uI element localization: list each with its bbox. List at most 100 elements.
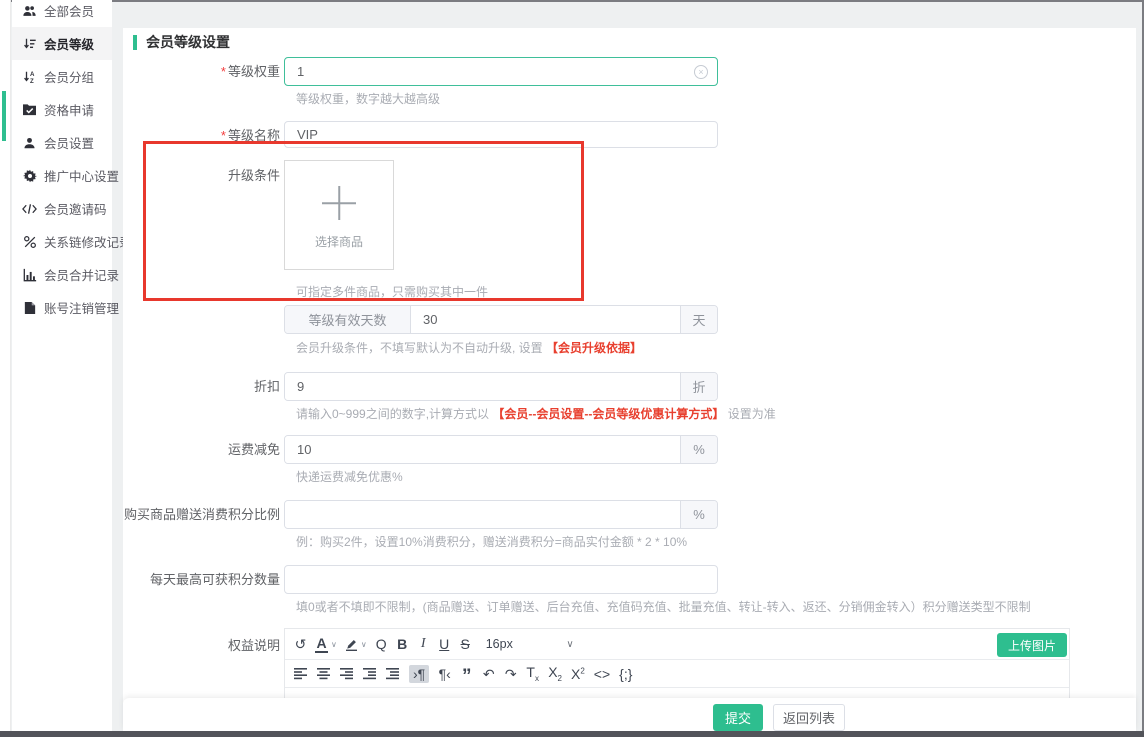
indent-icon[interactable]	[386, 667, 400, 680]
sidebar-item-label: 会员分组	[44, 67, 94, 86]
subscript-icon[interactable]: X2	[548, 665, 562, 683]
inline-code-icon[interactable]: <>	[594, 667, 610, 681]
page-title: 会员等级设置	[133, 32, 230, 52]
align-right-icon[interactable]	[340, 667, 354, 680]
choose-product-picker[interactable]: 选择商品	[284, 160, 394, 270]
italic-icon[interactable]: I	[417, 637, 430, 651]
discount-calc-link[interactable]: 【会员--会员设置--会员等级优惠计算方式】	[492, 407, 724, 421]
chart-icon	[22, 267, 37, 282]
svg-text:A: A	[30, 71, 35, 78]
points-ratio-unit: %	[680, 501, 717, 528]
highlight-pen-icon[interactable]	[345, 638, 358, 651]
discount-unit: 折	[680, 373, 717, 400]
sidebar-item-关系链修改记录[interactable]: 关系链修改记录	[12, 225, 112, 258]
font-size-value: 16px	[486, 637, 513, 651]
superscript-icon[interactable]: X2	[571, 667, 585, 681]
footer-action-bar: 提交 返回列表	[123, 698, 1136, 731]
font-color-icon[interactable]: A	[315, 636, 328, 653]
font-size-dropdown[interactable]: 16px ∨	[486, 637, 574, 651]
clear-input-icon[interactable]: ×	[694, 65, 708, 79]
sidebar-item-全部会员[interactable]: 全部会员	[12, 0, 112, 27]
shipping-discount-help: 快递运费减免优惠%	[296, 468, 403, 485]
paragraph-rtl-icon[interactable]: ›¶	[409, 665, 429, 683]
bold-icon[interactable]: B	[396, 637, 409, 651]
code-block-icon[interactable]: {;}	[619, 667, 632, 681]
svg-text:Z: Z	[30, 78, 34, 84]
folder-check-icon	[22, 102, 37, 117]
plus-icon	[322, 186, 356, 220]
undo-icon[interactable]: ↶	[482, 667, 495, 681]
points-ratio-input[interactable]	[285, 501, 680, 528]
underline-icon[interactable]: U	[438, 637, 451, 651]
sidebar-item-会员设置[interactable]: 会员设置	[12, 126, 112, 159]
blockquote-icon[interactable]: ”	[460, 666, 473, 682]
users-icon	[22, 3, 37, 18]
level-name-label: *等级名称	[123, 121, 280, 150]
discount-label: 折扣	[123, 372, 280, 401]
sidebar-item-label: 全部会员	[44, 1, 94, 20]
shipping-discount-label: 运费减免	[123, 435, 280, 464]
link-icon	[22, 234, 37, 249]
sidebar-item-label: 账号注销管理	[44, 298, 119, 317]
valid-days-unit: 天	[680, 306, 717, 333]
sidebar-item-会员合并记录[interactable]: 会员合并记录	[12, 258, 112, 291]
chevron-down-icon[interactable]: ∨	[361, 640, 367, 649]
undo-history-icon[interactable]: ↺	[294, 637, 307, 651]
points-ratio-help: 例：购买2件，设置10%消费积分，赠送消费积分=商品实付金额 * 2 * 10%	[296, 533, 687, 550]
upgrade-condition-label: 升级条件	[123, 161, 280, 190]
points-ratio-label: 购买商品赠送消费积分比例	[123, 500, 280, 529]
title-accent-bar	[133, 35, 137, 50]
outdent-icon[interactable]	[363, 667, 377, 680]
sidebar-item-label: 会员合并记录	[44, 265, 119, 284]
valid-days-help: 会员升级条件，不填写默认为不自动升级, 设置 【会员升级依据】	[296, 339, 642, 356]
outer-menu-active-indicator	[2, 91, 6, 141]
sidebar-item-资格申请[interactable]: 资格申请	[12, 93, 112, 126]
submit-button[interactable]: 提交	[713, 704, 763, 731]
window-bottom-edge	[0, 731, 1144, 737]
chevron-down-icon[interactable]: ∨	[331, 640, 337, 649]
search-icon[interactable]: Q	[375, 637, 388, 651]
paragraph-ltr-icon[interactable]: ¶‹	[438, 667, 451, 681]
upgrade-condition-help: 可指定多件商品，只需购买其中一件	[296, 283, 488, 300]
shipping-discount-input[interactable]	[285, 436, 680, 463]
sidebar-item-label: 会员设置	[44, 133, 94, 152]
code-icon	[22, 201, 37, 216]
sort-alpha-icon: AZ	[22, 69, 37, 84]
sidebar-item-账号注销管理[interactable]: 账号注销管理	[12, 291, 112, 324]
benefits-label: 权益说明	[123, 631, 280, 660]
outer-menu-rail	[0, 0, 11, 737]
upgrade-basis-link[interactable]: 【会员升级依据】	[546, 341, 642, 355]
valid-days-prefix-label: 等级有效天数	[285, 306, 411, 333]
sidebar-item-会员等级[interactable]: 会员等级	[12, 27, 112, 60]
sidebar: 全部会员会员等级 AZ 会员分组资格申请会员设置推广中心设置会员邀请码关系链修改记录…	[12, 0, 112, 737]
editor-toolbar-row2: ›¶ ¶‹ ” ↶ ↷ Tx X2 X2 <> {;}	[285, 660, 1069, 688]
upload-image-button[interactable]: 上传图片	[997, 633, 1067, 657]
level-name-input[interactable]	[284, 121, 718, 148]
valid-days-group: 等级有效天数 天	[284, 305, 718, 334]
daily-points-label: 每天最高可获积分数量	[123, 565, 280, 594]
level-weight-label: *等级权重	[123, 57, 280, 86]
gear-icon	[22, 168, 37, 183]
align-left-icon[interactable]	[294, 667, 308, 680]
discount-input[interactable]	[285, 373, 680, 400]
chevron-down-icon: ∨	[566, 639, 573, 650]
sidebar-item-label: 关系链修改记录	[44, 232, 132, 251]
strikethrough-icon[interactable]: S	[459, 637, 472, 651]
level-weight-input[interactable]	[284, 57, 718, 86]
shipping-discount-unit: %	[680, 436, 717, 463]
redo-icon[interactable]: ↷	[504, 667, 517, 681]
file-icon	[22, 300, 37, 315]
valid-days-input[interactable]	[411, 306, 680, 333]
daily-points-help: 填0或者不填即不限制，(商品赠送、订单赠送、后台充值、充值码充值、批量充值、转让…	[296, 598, 1031, 615]
daily-points-input[interactable]	[284, 565, 718, 594]
sidebar-item-会员分组[interactable]: AZ 会员分组	[12, 60, 112, 93]
sidebar-item-推广中心设置[interactable]: 推广中心设置	[12, 159, 112, 192]
discount-help: 请输入0~999之间的数字,计算方式以 【会员--会员设置--会员等级优惠计算方…	[296, 405, 776, 422]
align-center-icon[interactable]	[317, 667, 331, 680]
sidebar-item-label: 推广中心设置	[44, 166, 119, 185]
editor-toolbar-row1: ↺A∨∨QBIUS16px∨上传图片	[285, 629, 1069, 660]
clear-format-icon[interactable]: Tx	[526, 665, 539, 683]
back-to-list-button[interactable]: 返回列表	[773, 704, 845, 731]
sidebar-item-会员邀请码[interactable]: 会员邀请码	[12, 192, 112, 225]
user-icon	[22, 135, 37, 150]
